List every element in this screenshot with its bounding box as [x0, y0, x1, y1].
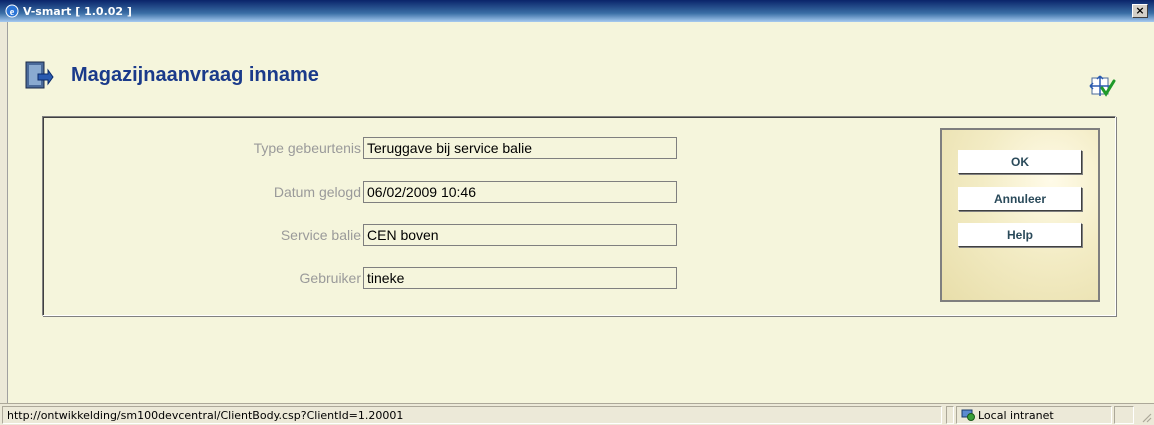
svg-text:e: e: [10, 7, 15, 18]
form-row-type: Type gebeurtenis Teruggave bij service b…: [43, 137, 743, 159]
status-bar: http://ontwikkelding/sm100devcentral/Cli…: [0, 403, 1154, 425]
move-check-icon[interactable]: [1088, 75, 1116, 97]
resize-grip-icon[interactable]: [1140, 411, 1152, 423]
user-field[interactable]: tineke: [363, 267, 677, 289]
desk-label: Service balie: [280, 227, 361, 243]
user-label: Gebruiker: [299, 270, 361, 286]
intranet-icon: [961, 409, 975, 421]
form-row-date: Datum gelogd 06/02/2009 10:46: [43, 181, 743, 203]
status-segment-end: [1114, 406, 1134, 424]
date-field[interactable]: 06/02/2009 10:46: [363, 181, 677, 203]
ie-icon: e: [5, 4, 19, 18]
type-field[interactable]: Teruggave bij service balie: [363, 137, 677, 159]
cancel-button[interactable]: Annuleer: [958, 187, 1082, 211]
window-titlebar: e V-smart [ 1.0.02 ] ×: [0, 0, 1154, 22]
help-button[interactable]: Help: [958, 223, 1082, 247]
status-segment: [946, 406, 954, 424]
window-title: V-smart [ 1.0.02 ]: [23, 4, 132, 18]
form-row-desk: Service balie CEN boven: [43, 224, 743, 246]
exit-door-icon: [25, 61, 54, 89]
date-label: Datum gelogd: [273, 184, 361, 200]
type-label: Type gebeurtenis: [253, 140, 361, 156]
close-button[interactable]: ×: [1132, 4, 1148, 18]
button-panel: OK Annuleer Help: [940, 128, 1100, 302]
zone-label: Local intranet: [978, 408, 1054, 422]
desk-field[interactable]: CEN boven: [363, 224, 677, 246]
security-zone: Local intranet: [956, 406, 1112, 424]
form-row-user: Gebruiker tineke: [43, 267, 743, 289]
left-frame-border: [0, 22, 8, 403]
ok-button[interactable]: OK: [958, 150, 1082, 174]
status-url: http://ontwikkelding/sm100devcentral/Cli…: [2, 406, 942, 424]
page-title: Magazijnaanvraag inname: [71, 64, 319, 86]
